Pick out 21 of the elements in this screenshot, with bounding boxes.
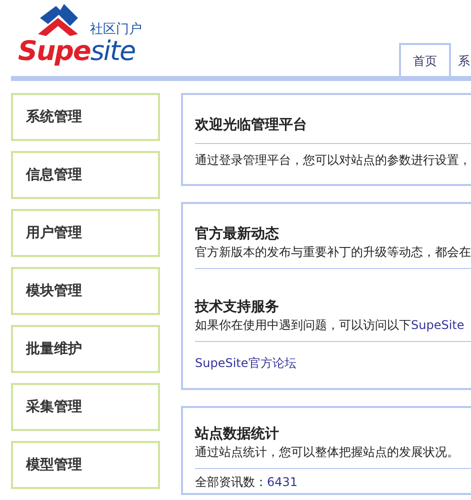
section-title: 技术支持服务 — [195, 298, 280, 317]
logo-tagline: 社区门户 — [90, 21, 142, 38]
logo-wordmark: Supesite — [18, 38, 136, 66]
nav-tab[interactable]: 首页 — [399, 43, 451, 76]
section-title: 欢迎光临管理平台 — [195, 115, 471, 144]
sidebar-item[interactable]: 信息管理 — [11, 151, 160, 199]
sidebar-item[interactable]: 用户管理 — [11, 209, 160, 257]
support-link[interactable]: SupeSite — [411, 318, 464, 332]
sidebar-item[interactable]: 系统管理 — [11, 93, 160, 141]
section-title: 站点数据统计 — [195, 425, 280, 444]
forum-link[interactable]: SupeSite官方论坛 — [195, 356, 296, 370]
section-text: 通过登录管理平台，您可以对站点的参数进行设置， — [195, 152, 471, 169]
sidebar-item[interactable]: 模型管理 — [11, 441, 160, 489]
sidebar-item[interactable]: 模块管理 — [11, 267, 160, 315]
stat-line: 全部资讯数：6431 — [195, 475, 299, 489]
section-title: 官方最新动态 — [195, 224, 280, 244]
sidebar-item[interactable]: 批量维护 — [11, 325, 160, 373]
sidebar-item[interactable]: 采集管理 — [11, 383, 160, 431]
section-text: 官方新版本的发布与重要补丁的升级等动态，都会在 — [195, 244, 471, 269]
section-text: 如果你在使用中遇到问题，可以访问以下SupeSite — [195, 317, 471, 342]
section-text: 通过站点统计，您可以整体把握站点的发展状况。 — [195, 444, 471, 469]
